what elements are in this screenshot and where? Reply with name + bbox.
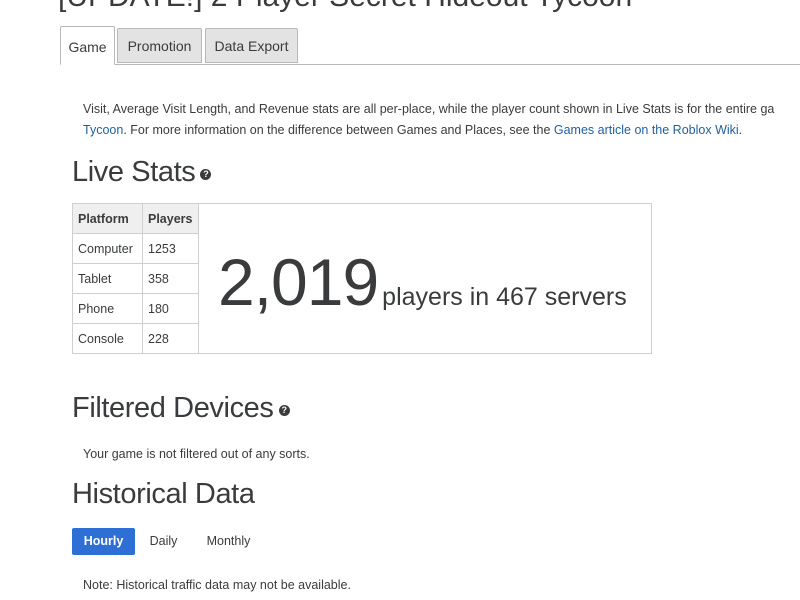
table-row: Computer 1253: [73, 233, 199, 264]
intro-line-1: Visit, Average Visit Length, and Revenue…: [83, 102, 775, 116]
game-tycoon-link[interactable]: Tycoon: [83, 123, 123, 137]
filtered-devices-title: Filtered Devices: [72, 392, 274, 424]
players-cell: 1253: [142, 233, 199, 264]
player-count-summary: 2,019 players in 467 servers: [218, 244, 627, 320]
hourly-button[interactable]: Hourly: [72, 528, 135, 555]
historical-data-note: Note: Historical traffic data may not be…: [83, 578, 351, 592]
intro-line-2-text: . For more information on the difference…: [123, 123, 554, 137]
players-cell: 180: [142, 293, 199, 324]
table-row: Console 228: [73, 323, 199, 353]
platform-column-header: Platform: [73, 204, 143, 234]
tab-data-export[interactable]: Data Export: [205, 28, 298, 63]
intro-line-2-end: .: [738, 123, 743, 137]
tab-game[interactable]: Game: [60, 26, 115, 65]
players-cell: 358: [142, 263, 199, 294]
tab-bar: Game Promotion Data Export: [60, 26, 800, 65]
developer-stats-page: [UPDATE!] 2 Player Secret Hideout Tycoon…: [0, 0, 800, 600]
table-row: Tablet 358: [73, 263, 199, 294]
platform-cell: Computer: [73, 233, 143, 264]
platform-cell: Tablet: [73, 263, 143, 294]
live-stats-title: Live Stats: [72, 156, 196, 188]
question-circle-icon[interactable]: ?: [278, 404, 290, 416]
historical-data-heading: Historical Data: [72, 478, 255, 510]
live-stats-panel: Platform Players Computer 1253 Tablet 35…: [72, 203, 652, 354]
intro-line-2: Tycoon. For more information on the diff…: [83, 120, 800, 141]
filtered-devices-heading: Filtered Devices?: [72, 392, 290, 425]
platform-table: Platform Players Computer 1253 Tablet 35…: [73, 204, 199, 353]
table-row: Phone 180: [73, 293, 199, 324]
platform-cell: Console: [73, 323, 143, 353]
intro-text: Visit, Average Visit Length, and Revenue…: [83, 99, 800, 141]
players-servers-text: players in 467 servers: [382, 283, 627, 311]
page-title: [UPDATE!] 2 Player Secret Hideout Tycoon: [58, 0, 632, 14]
table-header-row: Platform Players: [73, 204, 199, 234]
players-cell: 228: [142, 323, 199, 353]
total-players-count: 2,019: [218, 245, 379, 319]
roblox-wiki-games-link[interactable]: Games article on the Roblox Wiki: [554, 123, 739, 137]
monthly-button[interactable]: Monthly: [197, 528, 260, 555]
filtered-devices-message: Your game is not filtered out of any sor…: [83, 447, 310, 461]
players-column-header: Players: [142, 204, 199, 234]
tab-promotion[interactable]: Promotion: [117, 28, 202, 63]
daily-button[interactable]: Daily: [140, 528, 187, 555]
platform-cell: Phone: [73, 293, 143, 324]
live-stats-heading: Live Stats?: [72, 156, 212, 189]
question-circle-icon[interactable]: ?: [200, 168, 212, 180]
